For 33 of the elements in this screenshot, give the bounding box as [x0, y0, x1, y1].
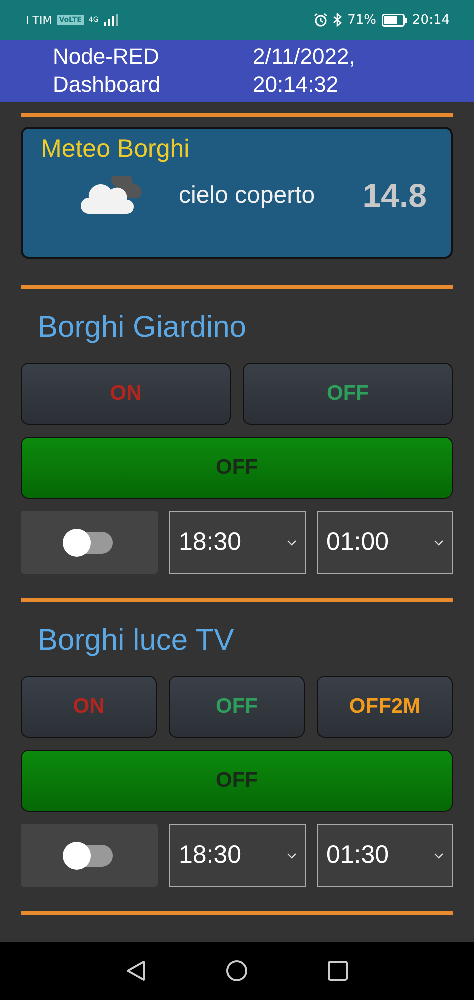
time-dropdown[interactable]: 18:30	[169, 824, 306, 887]
command-button[interactable]: OFF	[169, 676, 305, 738]
command-button[interactable]: OFF	[243, 363, 453, 425]
time-dropdown[interactable]: 18:30	[169, 511, 306, 574]
chevron-icon	[286, 852, 296, 858]
weather-condition: cielo coperto	[179, 182, 316, 210]
back-icon[interactable]	[126, 960, 146, 982]
time-dropdown[interactable]: 01:30	[316, 824, 453, 887]
app-title: Node-RED Dashboard	[53, 43, 162, 99]
alarm-icon	[314, 13, 328, 27]
card-title: Meteo Borghi	[41, 135, 190, 164]
cloud-icon	[81, 176, 143, 216]
recents-icon[interactable]	[328, 961, 348, 981]
clock: 20:14	[412, 12, 450, 28]
command-button[interactable]: ON	[21, 676, 157, 738]
chevron-icon	[434, 852, 444, 858]
bluetooth-icon	[332, 13, 343, 27]
chevron-icon	[434, 540, 444, 546]
home-icon[interactable]	[226, 960, 248, 982]
group-title: Borghi luce TV	[38, 624, 234, 658]
date-time: 2/11/2022, 20:14:32	[253, 43, 356, 99]
battery-icon	[382, 14, 408, 26]
temperature: 14.8	[362, 177, 427, 215]
command-button[interactable]: OFF2M	[317, 676, 453, 738]
chevron-icon	[286, 540, 296, 546]
group-title: Borghi Giardino	[38, 311, 246, 345]
time-dropdown[interactable]: 01:00	[316, 511, 453, 574]
status-button[interactable]: OFF	[21, 437, 453, 499]
command-button[interactable]: ON	[21, 363, 231, 425]
carrier-name: I TIM	[26, 14, 52, 26]
battery-percent: 71%	[348, 12, 377, 28]
status-button[interactable]: OFF	[21, 750, 453, 812]
signal-icon	[104, 14, 120, 26]
